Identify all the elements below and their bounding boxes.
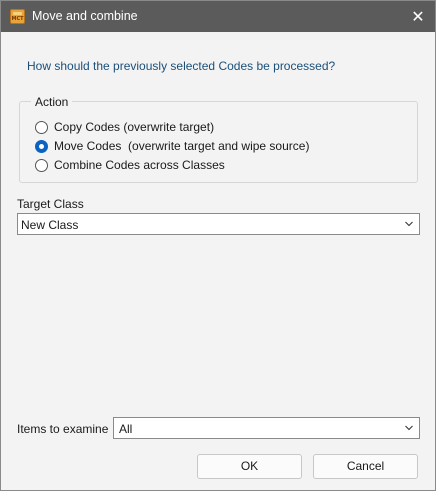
- app-icon: MCT: [10, 9, 25, 24]
- radio-label: Copy Codes (overwrite target): [54, 120, 215, 134]
- target-class-value: New Class: [21, 218, 79, 232]
- radio-button-icon[interactable]: [35, 120, 48, 134]
- radio-copy-codes[interactable]: Copy Codes (overwrite target): [35, 119, 214, 135]
- items-to-examine-dropdown[interactable]: All: [113, 417, 420, 439]
- question-text: How should the previously selected Codes…: [27, 59, 336, 73]
- title-bar[interactable]: MCT Move and combine ✕: [1, 1, 435, 32]
- move-and-combine-dialog: MCT Move and combine ✕ How should the pr…: [0, 0, 436, 491]
- close-icon: ✕: [411, 7, 425, 26]
- cancel-button[interactable]: Cancel: [313, 454, 418, 479]
- radio-move-codes[interactable]: Move Codes (overwrite target and wipe so…: [35, 138, 309, 154]
- window-title: Move and combine: [32, 9, 138, 23]
- radio-label: Move Codes (overwrite target and wipe so…: [54, 139, 310, 153]
- radio-combine-codes[interactable]: Combine Codes across Classes: [35, 157, 225, 173]
- items-to-examine-value: All: [119, 422, 133, 436]
- close-button[interactable]: ✕: [401, 1, 435, 32]
- target-class-label: Target Class: [17, 197, 84, 211]
- target-class-dropdown[interactable]: New Class: [17, 213, 420, 235]
- chevron-down-icon: [405, 425, 413, 431]
- items-to-examine-label: Items to examine: [17, 422, 109, 436]
- radio-label: Combine Codes across Classes: [54, 158, 225, 172]
- ok-button[interactable]: OK: [197, 454, 302, 479]
- radio-button-icon[interactable]: [35, 158, 48, 172]
- chevron-down-icon: [405, 221, 413, 227]
- radio-button-selected-icon[interactable]: [35, 139, 48, 153]
- action-group-legend: Action: [31, 95, 73, 109]
